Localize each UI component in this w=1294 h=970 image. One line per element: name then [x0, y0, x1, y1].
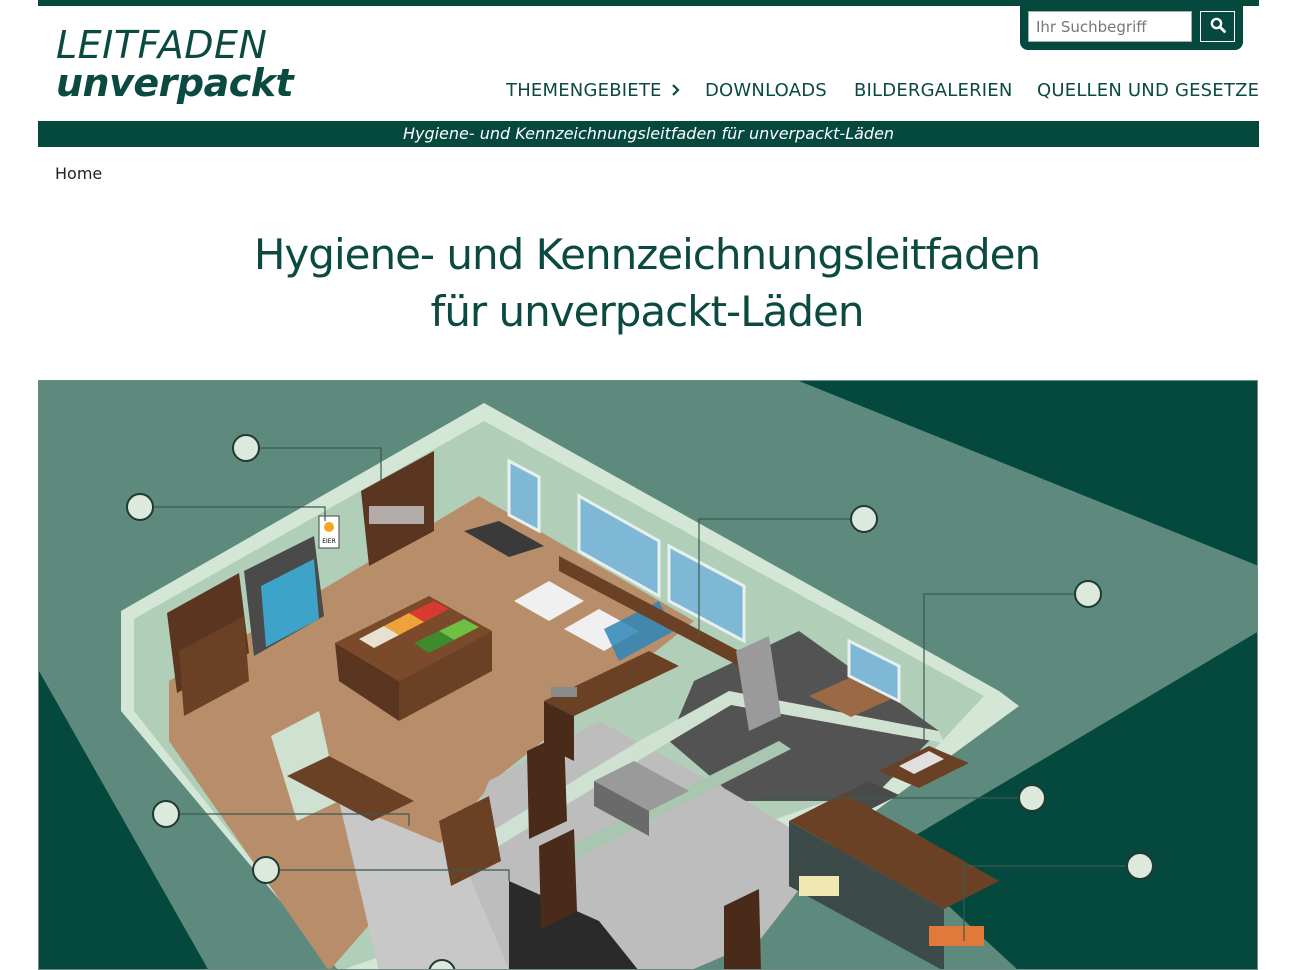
egg-sign-label: EIER: [322, 538, 336, 545]
page-title: Hygiene- und Kennzeichnungsleitfaden für…: [0, 226, 1294, 340]
nav-item-bildergalerien[interactable]: BILDERGALERIEN: [854, 80, 1013, 101]
egg-sign-icon: [324, 522, 334, 532]
search-form: [1020, 6, 1243, 50]
nav-label-themengebiete: THEMENGEBIETE: [506, 80, 662, 101]
hotspot-egg-sales[interactable]: [126, 493, 154, 521]
logo-line-2: unverpackt: [56, 61, 294, 105]
site-tagline-bar: Hygiene- und Kennzeichnungsleitfaden für…: [38, 121, 1259, 147]
chevron-right-icon: [671, 81, 681, 102]
storage-jars: [799, 876, 839, 896]
nav-item-downloads[interactable]: DOWNLOADS: [705, 80, 827, 101]
hotspot-front-shelf[interactable]: [152, 800, 180, 828]
page-title-line-2: für unverpackt-Läden: [430, 287, 865, 336]
store-floorplan: EIER: [39, 381, 1257, 969]
nav-item-themengebiete[interactable]: THEMENGEBIETE: [506, 80, 681, 102]
logo-line-1: LEITFADEN: [56, 23, 268, 67]
hotspot-storage-shelves[interactable]: [1126, 852, 1154, 880]
hotspot-bulk-dispensers[interactable]: [232, 434, 260, 462]
dispenser-bins: [369, 506, 424, 524]
hotspot-kitchen[interactable]: [1074, 580, 1102, 608]
hotspot-storage[interactable]: [1018, 784, 1046, 812]
storage-jars-spice: [929, 926, 984, 946]
breadcrumb-home[interactable]: Home: [55, 164, 102, 183]
hotspot-hygiene-station[interactable]: [252, 856, 280, 884]
search-button[interactable]: [1200, 11, 1235, 42]
search-icon: [1210, 17, 1226, 37]
nav-item-quellen-und-gesetze[interactable]: QUELLEN UND GESETZE: [1037, 80, 1259, 101]
cash-register: [551, 687, 577, 697]
site-logo[interactable]: LEITFADEN unverpackt: [56, 23, 294, 105]
interactive-store-illustration: EIER: [38, 380, 1258, 970]
hotspot-cafe-area[interactable]: [850, 505, 878, 533]
storage-door: [527, 733, 567, 839]
search-input[interactable]: [1028, 11, 1192, 42]
page-title-line-1: Hygiene- und Kennzeichnungsleitfaden: [253, 230, 1041, 279]
